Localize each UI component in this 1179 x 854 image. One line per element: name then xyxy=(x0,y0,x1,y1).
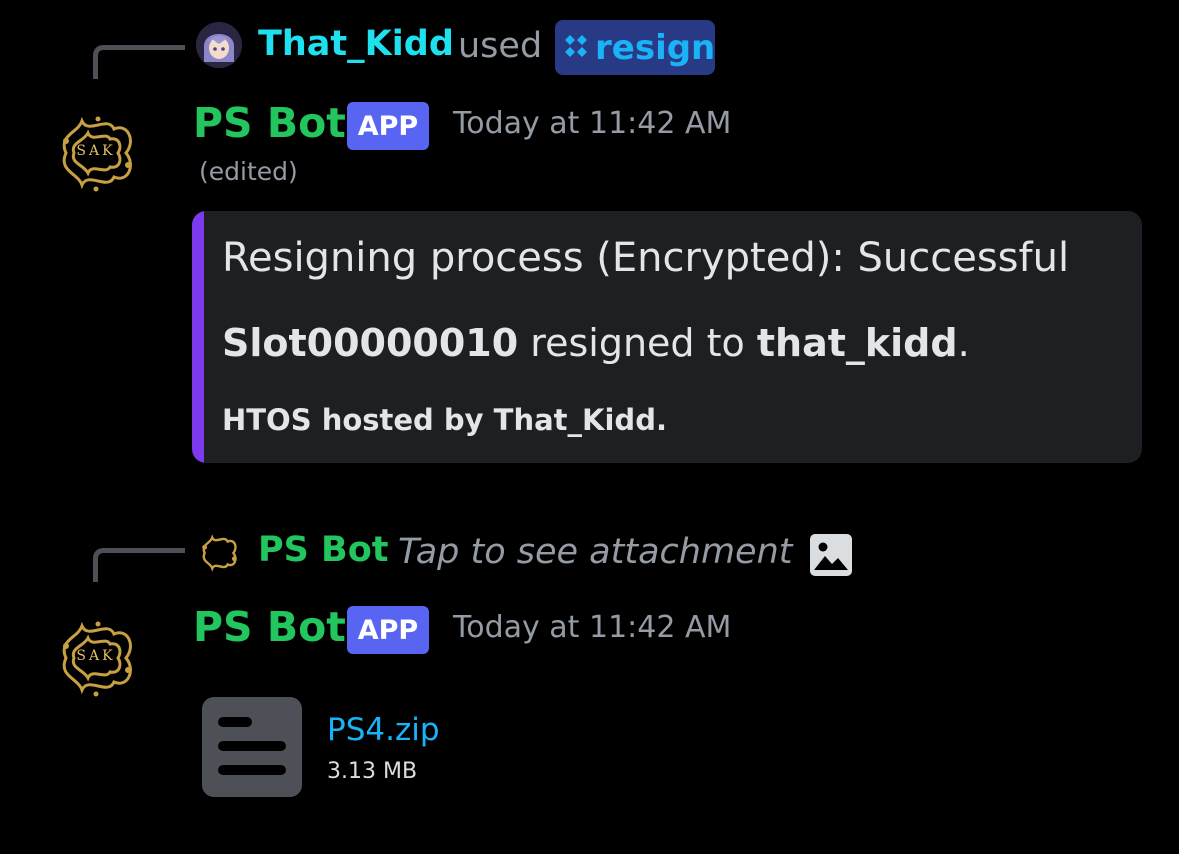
edited-label: (edited) xyxy=(199,157,298,186)
attachment-size: 3.13 MB xyxy=(327,759,418,784)
message-timestamp: Today at 11:42 AM xyxy=(453,610,732,645)
file-icon[interactable] xyxy=(202,697,302,797)
command-icon xyxy=(563,33,589,63)
avatar-monogram: SAK xyxy=(76,143,116,159)
embed-card: Resigning process (Encrypted): Successfu… xyxy=(192,211,1142,463)
period: . xyxy=(957,321,970,365)
author-name[interactable]: PS Bot xyxy=(193,99,346,147)
bot-avatar[interactable]: SAK xyxy=(48,105,144,201)
reply-connector xyxy=(93,45,185,79)
embed-description: Slot00000010 resigned to that_kidd. xyxy=(222,321,970,365)
embed-footer: HTOS hosted by That_Kidd. xyxy=(222,403,667,437)
attachment-filename[interactable]: PS4.zip xyxy=(327,712,440,748)
author-name[interactable]: PS Bot xyxy=(193,603,346,651)
message-timestamp: Today at 11:42 AM xyxy=(453,106,732,141)
reply-action: used xyxy=(458,26,543,66)
target-user: that_kidd xyxy=(756,321,958,365)
reply-bot-avatar[interactable] xyxy=(196,530,242,576)
app-badge: APP xyxy=(347,606,429,654)
avatar-monogram: SAK xyxy=(76,648,116,664)
reply-preview[interactable]: Tap to see attachment xyxy=(398,532,793,572)
reply-username[interactable]: That_Kidd xyxy=(258,24,454,64)
slash-command-pill[interactable]: resign xyxy=(555,20,715,75)
command-name: resign xyxy=(595,27,716,68)
embed-accent-bar xyxy=(192,211,204,463)
bot-avatar[interactable]: SAK xyxy=(48,610,144,706)
embed-title: Resigning process (Encrypted): Successfu… xyxy=(222,235,1070,281)
app-badge: APP xyxy=(347,102,429,150)
slot-name: Slot00000010 xyxy=(222,321,519,365)
reply-connector xyxy=(93,548,185,582)
reply-username[interactable]: PS Bot xyxy=(258,530,389,570)
reply-user-avatar[interactable] xyxy=(196,22,242,68)
resigned-text: resigned to xyxy=(530,321,745,365)
image-icon xyxy=(810,534,852,576)
